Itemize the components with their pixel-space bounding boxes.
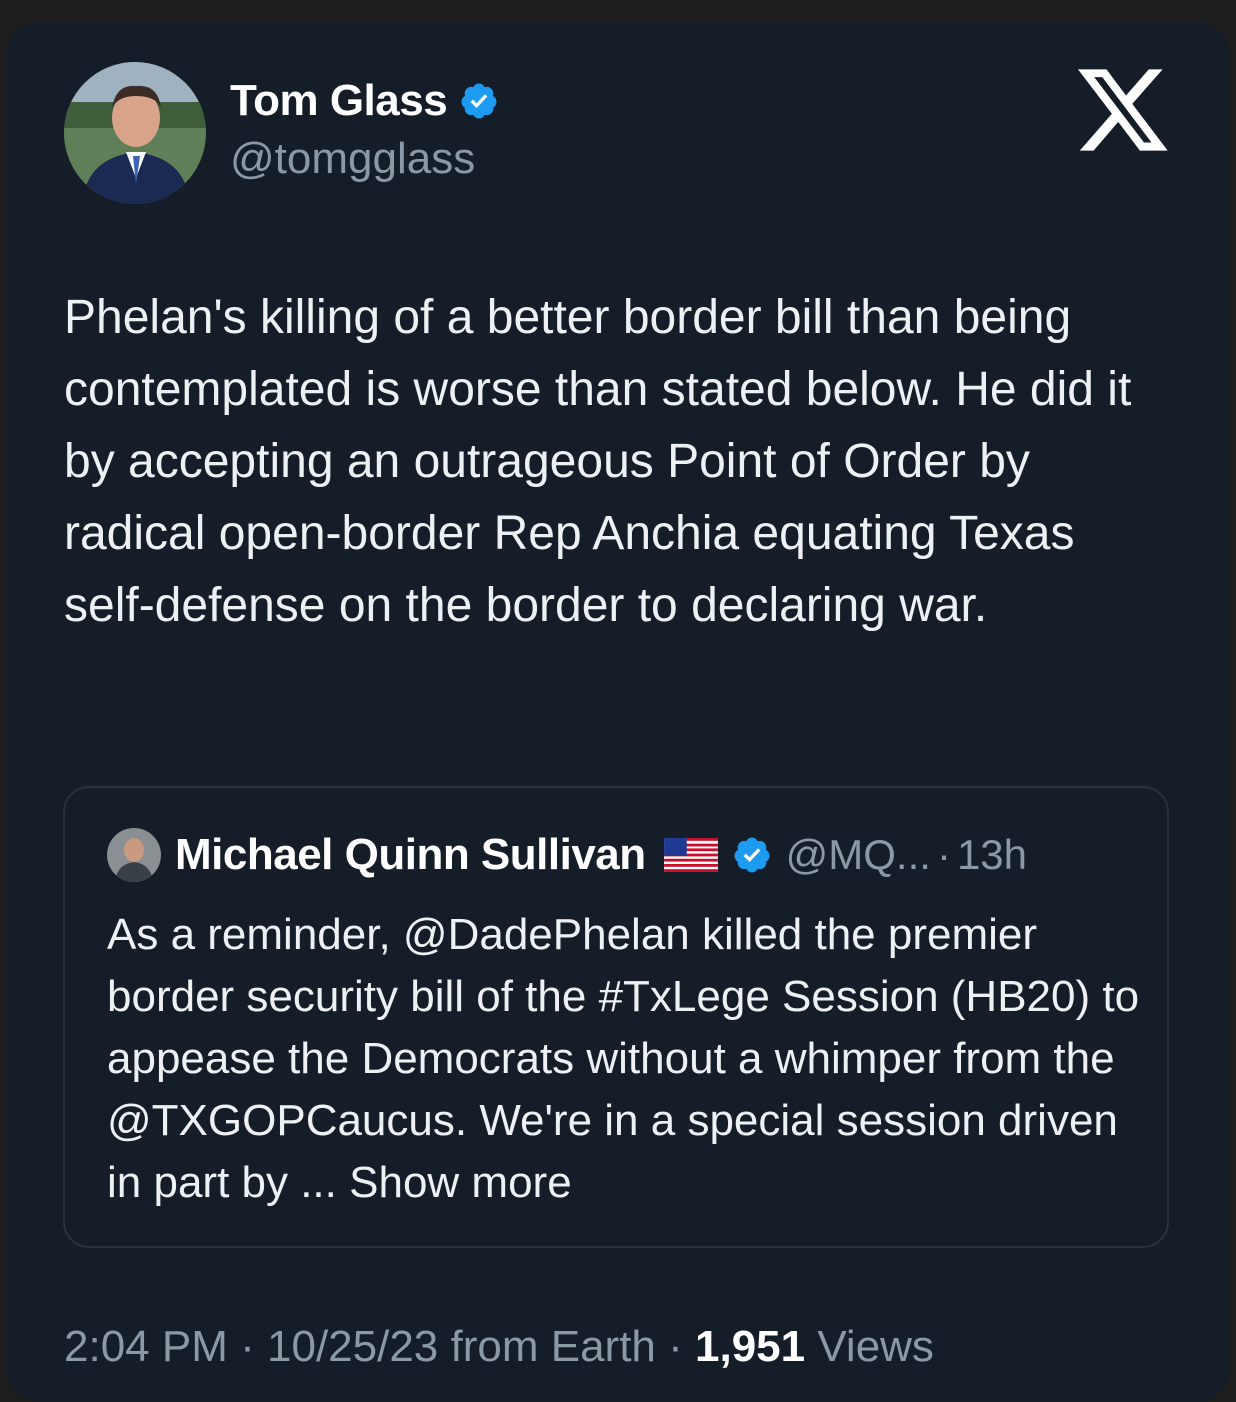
quoted-handle[interactable]: @MQ...	[786, 831, 931, 879]
author-name[interactable]: Tom Glass	[230, 76, 448, 126]
quoted-tweet[interactable]: Michael Quinn Sullivan @MQ... · 13h As a…	[63, 786, 1169, 1248]
quoted-text: As a reminder, @DadePhelan killed the pr…	[107, 910, 1140, 1207]
verified-badge-icon	[461, 83, 497, 119]
quoted-verified-badge-icon	[734, 837, 770, 873]
views-label: Views	[817, 1322, 934, 1371]
post-time[interactable]: 2:04 PM	[64, 1322, 228, 1371]
quoted-timestamp[interactable]: 13h	[957, 831, 1027, 879]
meta-separator: ·	[668, 1322, 683, 1371]
show-more-link[interactable]: Show more	[349, 1158, 572, 1207]
tweet-text: Phelan's killing of a better border bill…	[64, 291, 1132, 632]
views-count: 1,951	[695, 1322, 806, 1371]
tweet-meta: 2:04 PM · 10/25/23 from Earth · 1,951 Vi…	[64, 1322, 934, 1372]
x-logo-icon	[1078, 69, 1168, 151]
us-flag-icon	[663, 838, 718, 872]
quoted-text-block: As a reminder, @DadePhelan killed the pr…	[107, 904, 1147, 1214]
meta-separator: ·	[240, 1322, 255, 1371]
quoted-author-name[interactable]: Michael Quinn Sullivan	[175, 830, 646, 880]
post-date: 10/25/23 from Earth	[267, 1322, 656, 1371]
author-avatar[interactable]	[64, 62, 206, 204]
quoted-avatar[interactable]	[107, 828, 161, 882]
author-handle[interactable]: @tomgglass	[230, 134, 475, 184]
quoted-separator: ·	[936, 831, 951, 878]
